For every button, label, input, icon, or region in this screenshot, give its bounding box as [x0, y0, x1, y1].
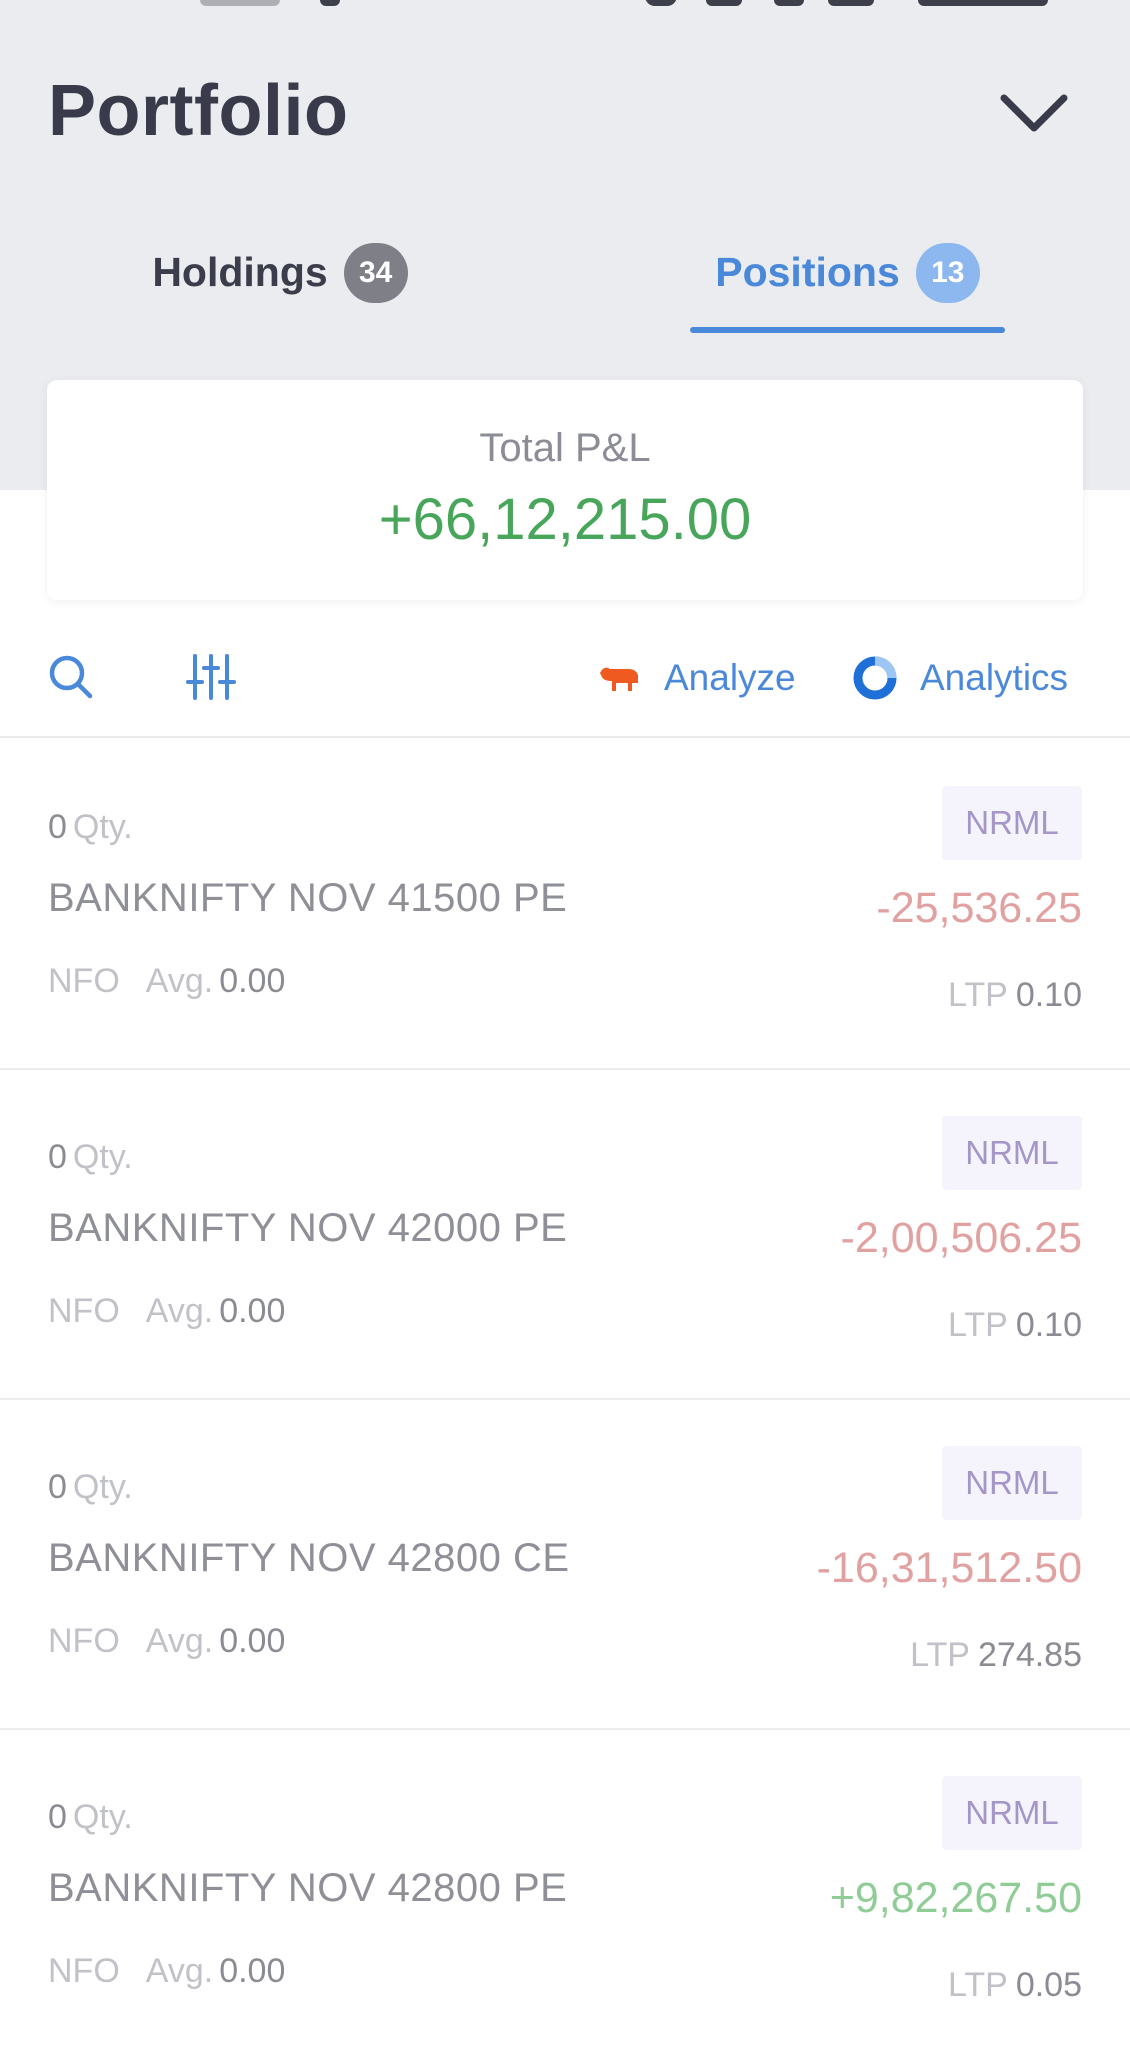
exchange-label: NFO: [48, 1292, 120, 1330]
active-tab-indicator: [690, 327, 1005, 333]
total-pnl-value: +66,12,215.00: [378, 487, 752, 552]
exchange-label: NFO: [48, 1622, 120, 1660]
position-ltp: LTP 274.85: [910, 1636, 1082, 1675]
ltp-value: 0.10: [1015, 976, 1082, 1014]
qty-value: 0: [48, 808, 67, 846]
qty-label: Qty.: [72, 1468, 133, 1506]
chevron-down-icon[interactable]: [998, 88, 1070, 138]
position-pnl: +9,82,267.50: [829, 1874, 1082, 1922]
search-icon[interactable]: [46, 652, 96, 702]
analyze-label: Analyze: [664, 657, 796, 698]
position-symbol: BANKNIFTY NOV 41500 PE: [48, 876, 568, 920]
exchange-label: NFO: [48, 1952, 120, 1990]
position-ltp: LTP 0.10: [948, 976, 1082, 1015]
holdings-count-badge: 34: [343, 242, 408, 303]
tab-holdings-label: Holdings: [152, 249, 328, 295]
positions-list: 0 Qty. BANKNIFTY NOV 41500 PE NFO Avg. 0.00…: [0, 740, 1130, 2048]
position-pnl: -25,536.25: [876, 884, 1082, 932]
position-meta: NFO Avg. 0.00: [48, 1952, 285, 1991]
avg-value: 0.00: [219, 1292, 286, 1330]
tab-positions[interactable]: Positions 13: [690, 210, 1005, 335]
page-title: Portfolio: [48, 71, 349, 151]
qty-label: Qty.: [72, 1138, 133, 1176]
avg-value: 0.00: [219, 1622, 286, 1660]
ltp-value: 0.05: [1015, 1966, 1082, 2004]
position-pnl: -2,00,506.25: [840, 1214, 1082, 1262]
ltp-value: 274.85: [978, 1636, 1082, 1674]
position-meta: NFO Avg. 0.00: [48, 1292, 285, 1331]
product-badge: NRML: [942, 786, 1082, 860]
status-bar: [0, 0, 1130, 12]
analyze-button[interactable]: Analyze: [598, 648, 796, 708]
analytics-ring-icon: [853, 656, 897, 700]
portfolio-screen: Portfolio Holdings 34 Positions 13 Total…: [0, 0, 1130, 2048]
bull-icon: [600, 667, 638, 691]
tab-positions-label: Positions: [715, 249, 900, 295]
position-ltp: LTP 0.10: [948, 1306, 1082, 1345]
avg-value: 0.00: [219, 1952, 286, 1990]
position-symbol: BANKNIFTY NOV 42800 PE: [48, 1866, 568, 1910]
avg-label: Avg.: [145, 1622, 214, 1660]
position-row[interactable]: 0 Qty. BANKNIFTY NOV 42000 PE NFO Avg. 0.00…: [0, 1070, 1130, 1400]
total-pnl-label: Total P&L: [479, 426, 651, 470]
product-badge: NRML: [942, 1446, 1082, 1520]
qty-value: 0: [48, 1798, 67, 1836]
total-pnl-card: Total P&L +66,12,215.00: [47, 380, 1083, 600]
position-ltp: LTP 0.05: [948, 1966, 1082, 2005]
tab-holdings[interactable]: Holdings 34: [130, 210, 430, 335]
position-row[interactable]: 0 Qty. BANKNIFTY NOV 42800 PE NFO Avg. 0.00…: [0, 1730, 1130, 2048]
positions-count-badge: 13: [915, 242, 980, 303]
position-qty: 0 Qty.: [48, 808, 133, 847]
ltp-label: LTP: [910, 1636, 970, 1674]
position-qty: 0 Qty.: [48, 1468, 133, 1507]
ltp-label: LTP: [947, 976, 1008, 1014]
position-meta: NFO Avg. 0.00: [48, 962, 285, 1001]
position-row[interactable]: 0 Qty. BANKNIFTY NOV 42800 CE NFO Avg. 0.00…: [0, 1400, 1130, 1730]
position-meta: NFO Avg. 0.00: [48, 1622, 285, 1661]
analytics-button[interactable]: Analytics: [852, 648, 1068, 708]
qty-label: Qty.: [72, 808, 133, 846]
avg-label: Avg.: [145, 962, 214, 1000]
exchange-label: NFO: [48, 962, 120, 1000]
position-pnl: -16,31,512.50: [816, 1544, 1082, 1592]
qty-value: 0: [48, 1468, 67, 1506]
analytics-label: Analytics: [920, 657, 1069, 698]
qty-value: 0: [48, 1138, 67, 1176]
avg-value: 0.00: [219, 962, 286, 1000]
position-row[interactable]: 0 Qty. BANKNIFTY NOV 41500 PE NFO Avg. 0.00…: [0, 740, 1130, 1070]
avg-label: Avg.: [145, 1292, 214, 1330]
position-qty: 0 Qty.: [48, 1138, 133, 1177]
qty-label: Qty.: [72, 1798, 133, 1836]
ltp-value: 0.10: [1015, 1306, 1082, 1344]
positions-toolbar: Analyze Analytics: [0, 630, 1130, 738]
product-badge: NRML: [942, 1116, 1082, 1190]
ltp-label: LTP: [947, 1966, 1008, 2004]
product-badge: NRML: [942, 1776, 1082, 1850]
ltp-label: LTP: [947, 1306, 1008, 1344]
avg-label: Avg.: [145, 1952, 214, 1990]
position-symbol: BANKNIFTY NOV 42800 CE: [48, 1536, 570, 1580]
position-symbol: BANKNIFTY NOV 42000 PE: [48, 1206, 568, 1250]
portfolio-tabs: Holdings 34 Positions 13: [0, 210, 1130, 335]
position-qty: 0 Qty.: [48, 1798, 133, 1837]
sliders-icon[interactable]: [186, 652, 236, 702]
